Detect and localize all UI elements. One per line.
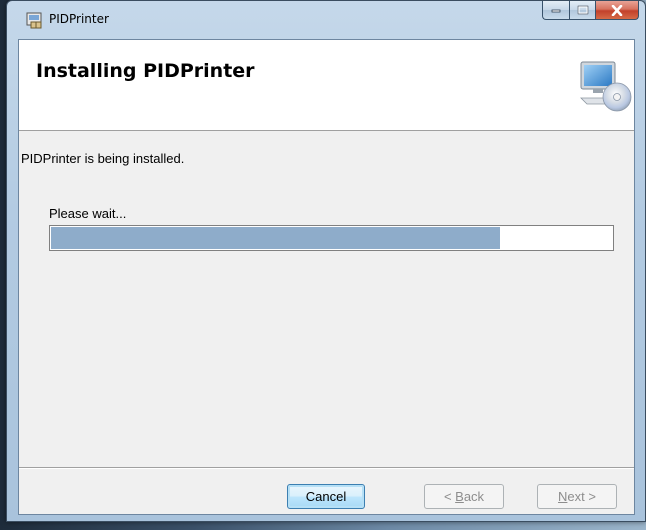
- maximize-button[interactable]: [569, 1, 595, 20]
- next-accelerator: N: [558, 489, 568, 504]
- back-button-label: < Back: [444, 489, 484, 504]
- installer-app-icon: [26, 12, 42, 29]
- back-accelerator: B: [455, 489, 464, 504]
- window-title: PIDPrinter: [49, 12, 109, 26]
- minimize-icon: [551, 9, 561, 13]
- progress-fill: [51, 227, 500, 249]
- maximize-icon: [577, 5, 588, 15]
- installer-window: PIDPrinter Installing PIDPrinter PIDPrin…: [6, 0, 646, 522]
- minimize-button[interactable]: [542, 1, 569, 20]
- back-button[interactable]: < Back: [424, 484, 504, 509]
- back-rest: ack: [463, 489, 485, 504]
- header-panel: Installing PIDPrinter: [19, 40, 634, 131]
- next-rest: ext >: [567, 489, 596, 504]
- next-button-label: Next >: [558, 489, 596, 504]
- cancel-button[interactable]: Cancel: [287, 484, 365, 509]
- title-bar[interactable]: PIDPrinter: [7, 1, 645, 39]
- install-status-text: PIDPrinter is being installed.: [21, 151, 185, 166]
- install-progress-bar: [49, 225, 614, 251]
- back-prefix: <: [443, 489, 456, 504]
- footer-divider: [19, 467, 634, 469]
- computer-cd-icon: [580, 61, 632, 112]
- close-icon: [611, 4, 623, 16]
- close-button[interactable]: [595, 1, 639, 20]
- page-title: Installing PIDPrinter: [36, 60, 255, 82]
- caption-buttons: [542, 1, 639, 21]
- installer-content: Installing PIDPrinter PIDPrinter is bein…: [18, 39, 635, 515]
- please-wait-label: Please wait...: [49, 206, 127, 221]
- cancel-button-label: Cancel: [305, 489, 347, 504]
- next-button[interactable]: Next >: [537, 484, 617, 509]
